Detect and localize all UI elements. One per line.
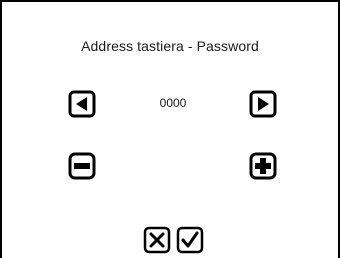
previous-digit-button[interactable] [68,90,96,118]
password-value: 0000 [159,96,187,110]
minus-icon [68,152,96,180]
close-x-icon [143,226,171,254]
arrow-left-icon [68,90,96,118]
arrow-right-icon [249,90,277,118]
password-dialog: Address tastiera - Password 0000 [0,0,340,258]
next-digit-button[interactable] [249,90,277,118]
cancel-button[interactable] [143,226,171,254]
confirm-button[interactable] [176,226,204,254]
dialog-title: Address tastiera - Password [81,38,259,54]
decrement-button[interactable] [68,152,96,180]
increment-button[interactable] [249,152,277,180]
plus-icon [249,152,277,180]
checkmark-icon [176,226,204,254]
